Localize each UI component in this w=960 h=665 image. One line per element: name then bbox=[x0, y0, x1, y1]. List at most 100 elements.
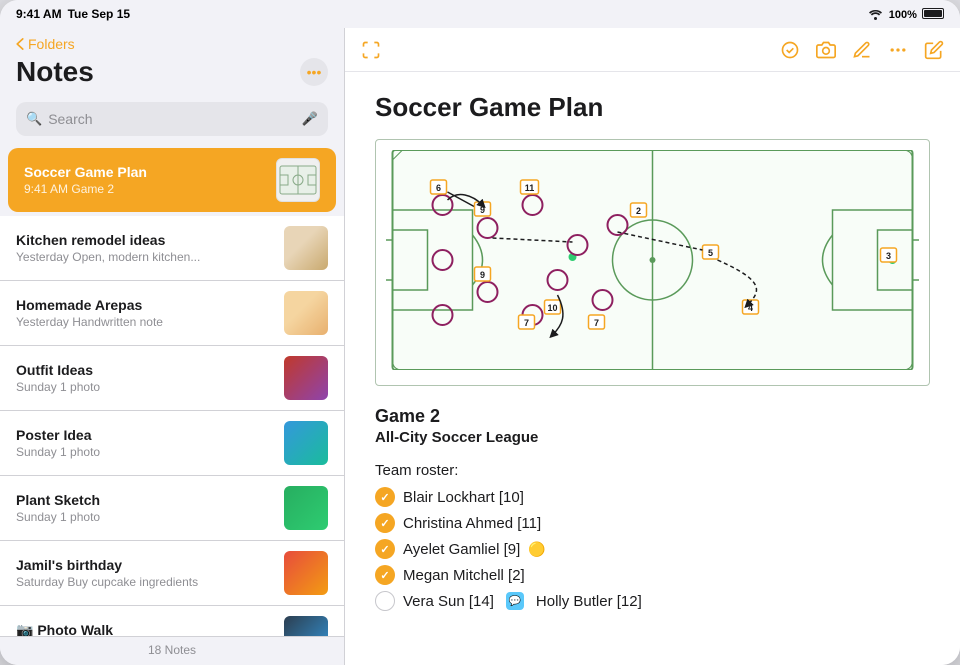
player-name-2: Christina Ahmed [11] bbox=[403, 515, 541, 532]
note-content-photowalk: 📷 Photo Walk Saturday Came across this b… bbox=[16, 622, 274, 637]
check-circle-4: ✓ bbox=[375, 565, 395, 585]
svg-text:5: 5 bbox=[708, 248, 713, 258]
note-item-arepa[interactable]: Homemade Arepas Yesterday Handwritten no… bbox=[0, 281, 344, 346]
roster: Team roster: ✓ Blair Lockhart [10] ✓ Chr… bbox=[375, 462, 930, 611]
check-circle-2: ✓ bbox=[375, 513, 395, 533]
player-name-5b: Holly Butler [12] bbox=[536, 593, 642, 610]
toolbar-left bbox=[361, 40, 381, 60]
svg-text:9: 9 bbox=[480, 270, 485, 280]
roster-item-4: ✓ Megan Mitchell [2] bbox=[375, 565, 930, 585]
check-circle-1: ✓ bbox=[375, 487, 395, 507]
player-name-5: Vera Sun [14] bbox=[403, 593, 494, 610]
main-area: Folders Notes ••• 🔍 🎤 bbox=[0, 28, 960, 665]
search-input[interactable] bbox=[48, 111, 296, 127]
note-meta-outfit: Sunday 1 photo bbox=[16, 380, 274, 394]
note-title-photowalk: 📷 Photo Walk bbox=[16, 622, 274, 637]
checkmark-icon-1: ✓ bbox=[380, 491, 389, 504]
svg-text:6: 6 bbox=[436, 183, 441, 193]
roster-item-2: ✓ Christina Ahmed [11] bbox=[375, 513, 930, 533]
note-item-photowalk[interactable]: 📷 Photo Walk Saturday Came across this b… bbox=[0, 606, 344, 636]
status-date: Tue Sep 15 bbox=[68, 7, 130, 21]
note-thumb-arepa bbox=[284, 291, 328, 335]
note-title-arepa: Homemade Arepas bbox=[16, 297, 274, 313]
note-item-poster[interactable]: Poster Idea Sunday 1 photo bbox=[0, 411, 344, 476]
mic-icon[interactable]: 🎤 bbox=[302, 111, 318, 127]
compose-icon[interactable] bbox=[924, 40, 944, 60]
roster-item-3: ✓ Ayelet Gamliel [9] 🟡 bbox=[375, 539, 930, 559]
folders-back-label: Folders bbox=[28, 36, 75, 52]
note-title-plant: Plant Sketch bbox=[16, 492, 274, 508]
camera-icon[interactable] bbox=[816, 40, 836, 60]
svg-text:3: 3 bbox=[886, 251, 891, 261]
note-meta-arepa: Yesterday Handwritten note bbox=[16, 315, 274, 329]
svg-text:7: 7 bbox=[524, 318, 529, 328]
svg-text:2: 2 bbox=[636, 206, 641, 216]
sidebar-footer: 18 Notes bbox=[0, 636, 344, 665]
status-battery: 100% bbox=[889, 7, 944, 21]
note-thumb-outfit bbox=[284, 356, 328, 400]
checkmark-icon-3: ✓ bbox=[380, 543, 389, 556]
sidebar-more-button[interactable]: ••• bbox=[300, 58, 328, 86]
folders-back-button[interactable]: Folders bbox=[16, 36, 328, 52]
note-item-plant[interactable]: Plant Sketch Sunday 1 photo bbox=[0, 476, 344, 541]
check-circle-empty-5 bbox=[375, 591, 395, 611]
status-left: 9:41 AM Tue Sep 15 bbox=[16, 7, 130, 21]
note-meta-poster: Sunday 1 photo bbox=[16, 445, 274, 459]
checkmark-circle-icon[interactable] bbox=[780, 40, 800, 60]
note-thumb-soccer bbox=[276, 158, 320, 202]
wifi-icon bbox=[868, 9, 883, 20]
note-content-outfit: Outfit Ideas Sunday 1 photo bbox=[16, 362, 274, 394]
note-title-birthday: Jamil's birthday bbox=[16, 557, 274, 573]
note-thumb-birthday bbox=[284, 551, 328, 595]
game-subtitle: All-City Soccer League bbox=[375, 429, 930, 446]
svg-text:4: 4 bbox=[748, 303, 753, 313]
player-name-1: Blair Lockhart [10] bbox=[403, 489, 524, 506]
note-item-outfit[interactable]: Outfit Ideas Sunday 1 photo bbox=[0, 346, 344, 411]
ellipsis-icon: ••• bbox=[307, 64, 322, 80]
more-icon[interactable] bbox=[888, 40, 908, 60]
note-content-soccer: Soccer Game Plan 9:41 AM Game 2 bbox=[24, 164, 266, 196]
note-title-kitchen: Kitchen remodel ideas bbox=[16, 232, 274, 248]
chevron-left-icon bbox=[16, 38, 24, 50]
note-item-soccer[interactable]: Soccer Game Plan 9:41 AM Game 2 bbox=[8, 148, 336, 212]
sidebar: Folders Notes ••• 🔍 🎤 bbox=[0, 28, 345, 665]
note-title-poster: Poster Idea bbox=[16, 427, 274, 443]
pen-icon[interactable] bbox=[852, 40, 872, 60]
roster-label: Team roster: bbox=[375, 462, 930, 479]
note-meta-soccer: 9:41 AM Game 2 bbox=[24, 182, 266, 196]
roster-item-1: ✓ Blair Lockhart [10] bbox=[375, 487, 930, 507]
game-title: Game 2 bbox=[375, 406, 930, 427]
svg-text:11: 11 bbox=[525, 183, 535, 193]
note-meta-plant: Sunday 1 photo bbox=[16, 510, 274, 524]
game-info: Game 2 All-City Soccer League bbox=[375, 406, 930, 446]
player-name-3: Ayelet Gamliel [9] bbox=[403, 541, 520, 558]
notes-count: 18 Notes bbox=[148, 643, 196, 657]
player-name-4: Megan Mitchell [2] bbox=[403, 567, 525, 584]
svg-text:7: 7 bbox=[594, 318, 599, 328]
detail-toolbar bbox=[345, 28, 960, 72]
note-item-birthday[interactable]: Jamil's birthday Saturday Buy cupcake in… bbox=[0, 541, 344, 606]
note-meta-kitchen: Yesterday Open, modern kitchen... bbox=[16, 250, 274, 264]
note-meta-birthday: Saturday Buy cupcake ingredients bbox=[16, 575, 274, 589]
detail-content: Soccer Game Plan bbox=[345, 72, 960, 665]
detail-pane: Soccer Game Plan bbox=[345, 28, 960, 665]
checkmark-icon-4: ✓ bbox=[380, 569, 389, 582]
note-content-kitchen: Kitchen remodel ideas Yesterday Open, mo… bbox=[16, 232, 274, 264]
note-thumb-poster bbox=[284, 421, 328, 465]
search-bar[interactable]: 🔍 🎤 bbox=[16, 102, 328, 136]
expand-icon[interactable] bbox=[361, 40, 381, 60]
status-right: 100% bbox=[868, 7, 944, 21]
sidebar-title-row: Notes ••• bbox=[16, 56, 328, 88]
note-main-title: Soccer Game Plan bbox=[375, 92, 930, 123]
note-thumb-kitchen bbox=[284, 226, 328, 270]
note-content-poster: Poster Idea Sunday 1 photo bbox=[16, 427, 274, 459]
field-svg: 6 9 9 11 2 bbox=[386, 150, 919, 370]
svg-text:10: 10 bbox=[547, 303, 557, 313]
note-title-outfit: Outfit Ideas bbox=[16, 362, 274, 378]
checkmark-icon-2: ✓ bbox=[380, 517, 389, 530]
status-time: 9:41 AM bbox=[16, 7, 62, 21]
notes-list: Soccer Game Plan 9:41 AM Game 2 bbox=[0, 144, 344, 636]
check-circle-3: ✓ bbox=[375, 539, 395, 559]
note-item-kitchen[interactable]: Kitchen remodel ideas Yesterday Open, mo… bbox=[0, 216, 344, 281]
status-bar: 9:41 AM Tue Sep 15 100% bbox=[0, 0, 960, 28]
